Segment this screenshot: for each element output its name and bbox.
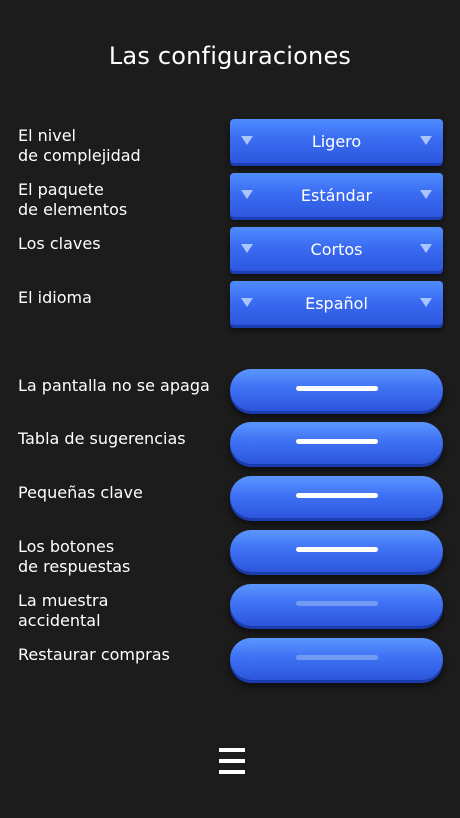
small-keys-toggle[interactable] [230,476,443,518]
triangle-down-icon [241,298,253,307]
toggle-indicator [296,439,378,444]
setting-row-language: El idioma Español [0,281,460,325]
setting-row-small-keys: Pequeñas clave [0,476,460,520]
triangle-down-icon [241,190,253,199]
setting-row-package: El paquete de elementos Estándar [0,173,460,219]
restore-purchases-button[interactable] [230,638,443,680]
menu-line [219,759,245,763]
language-select[interactable]: Español [230,281,443,325]
small-keys-label: Pequeñas clave [18,483,143,502]
toggle-indicator [296,493,378,498]
keys-label: Los claves [18,234,101,253]
keys-select[interactable]: Cortos [230,227,443,271]
triangle-down-icon [420,298,432,307]
setting-row-restore-purchases: Restaurar compras [0,638,460,682]
setting-row-screen-on: La pantalla no se apaga [0,369,460,413]
answer-buttons-toggle[interactable] [230,530,443,572]
triangle-down-icon [420,136,432,145]
language-label: El idioma [18,288,92,307]
complexity-select[interactable]: Ligero [230,119,443,163]
toggle-indicator [296,547,378,552]
keys-value: Cortos [310,239,363,259]
complexity-value: Ligero [311,131,362,151]
menu-line [219,748,245,752]
package-label: El paquete de elementos [18,180,128,219]
hints-table-toggle[interactable] [230,422,443,464]
random-sample-toggle[interactable] [230,584,443,626]
setting-row-answer-buttons: Los botones de respuestas [0,530,460,576]
setting-row-random-sample: La muestra accidental [0,584,460,630]
screen-on-label: La pantalla no se apaga [18,376,210,395]
setting-row-complexity: El nivel de complejidad Ligero [0,119,460,165]
toggle-indicator [296,655,378,660]
setting-row-hints-table: Tabla de sugerencias [0,422,460,466]
hamburger-menu-icon[interactable] [219,748,245,776]
hints-table-label: Tabla de sugerencias [18,429,186,448]
package-select[interactable]: Estándar [230,173,443,217]
triangle-down-icon [241,136,253,145]
triangle-down-icon [420,190,432,199]
restore-purchases-label: Restaurar compras [18,645,170,664]
triangle-down-icon [420,244,432,253]
toggle-indicator [296,386,378,391]
menu-line [219,770,245,774]
screen-on-toggle[interactable] [230,369,443,411]
page-title: Las configuraciones [108,42,352,70]
random-sample-label: La muestra accidental [18,591,109,630]
answer-buttons-label: Los botones de respuestas [18,537,131,576]
setting-row-keys: Los claves Cortos [0,227,460,271]
package-value: Estándar [300,185,373,205]
toggle-indicator [296,601,378,606]
language-value: Español [305,293,368,313]
triangle-down-icon [241,244,253,253]
complexity-label: El nivel de complejidad [18,126,141,165]
